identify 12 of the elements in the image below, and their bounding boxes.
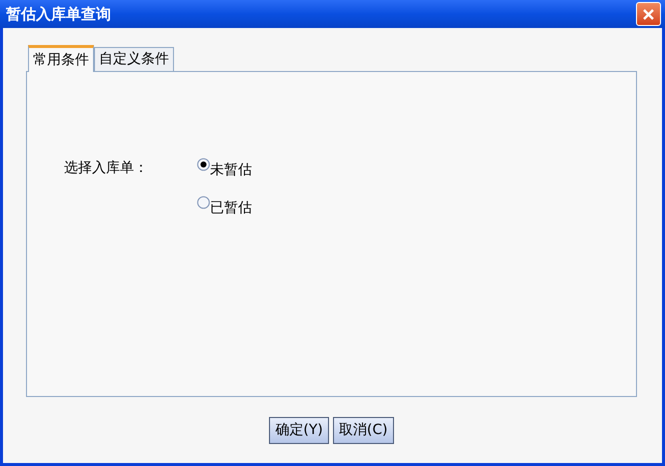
dialog-button[interactable]: 确定(Y)	[269, 417, 329, 444]
dialog-button[interactable]: 取消(C)	[332, 417, 394, 444]
field-label: 选择入库单：	[64, 159, 149, 178]
radio-option[interactable]: 已暂估	[197, 196, 252, 216]
radio-button[interactable]	[197, 158, 210, 171]
close-icon	[642, 8, 655, 20]
radio-option[interactable]: 未暂估	[197, 158, 252, 178]
tab[interactable]: 常用条件	[28, 45, 94, 72]
window-title: 暂估入库单查询	[6, 4, 111, 25]
tab[interactable]: 自定义条件	[94, 47, 174, 71]
close-button[interactable]	[636, 2, 661, 26]
radio-button[interactable]	[197, 196, 210, 209]
